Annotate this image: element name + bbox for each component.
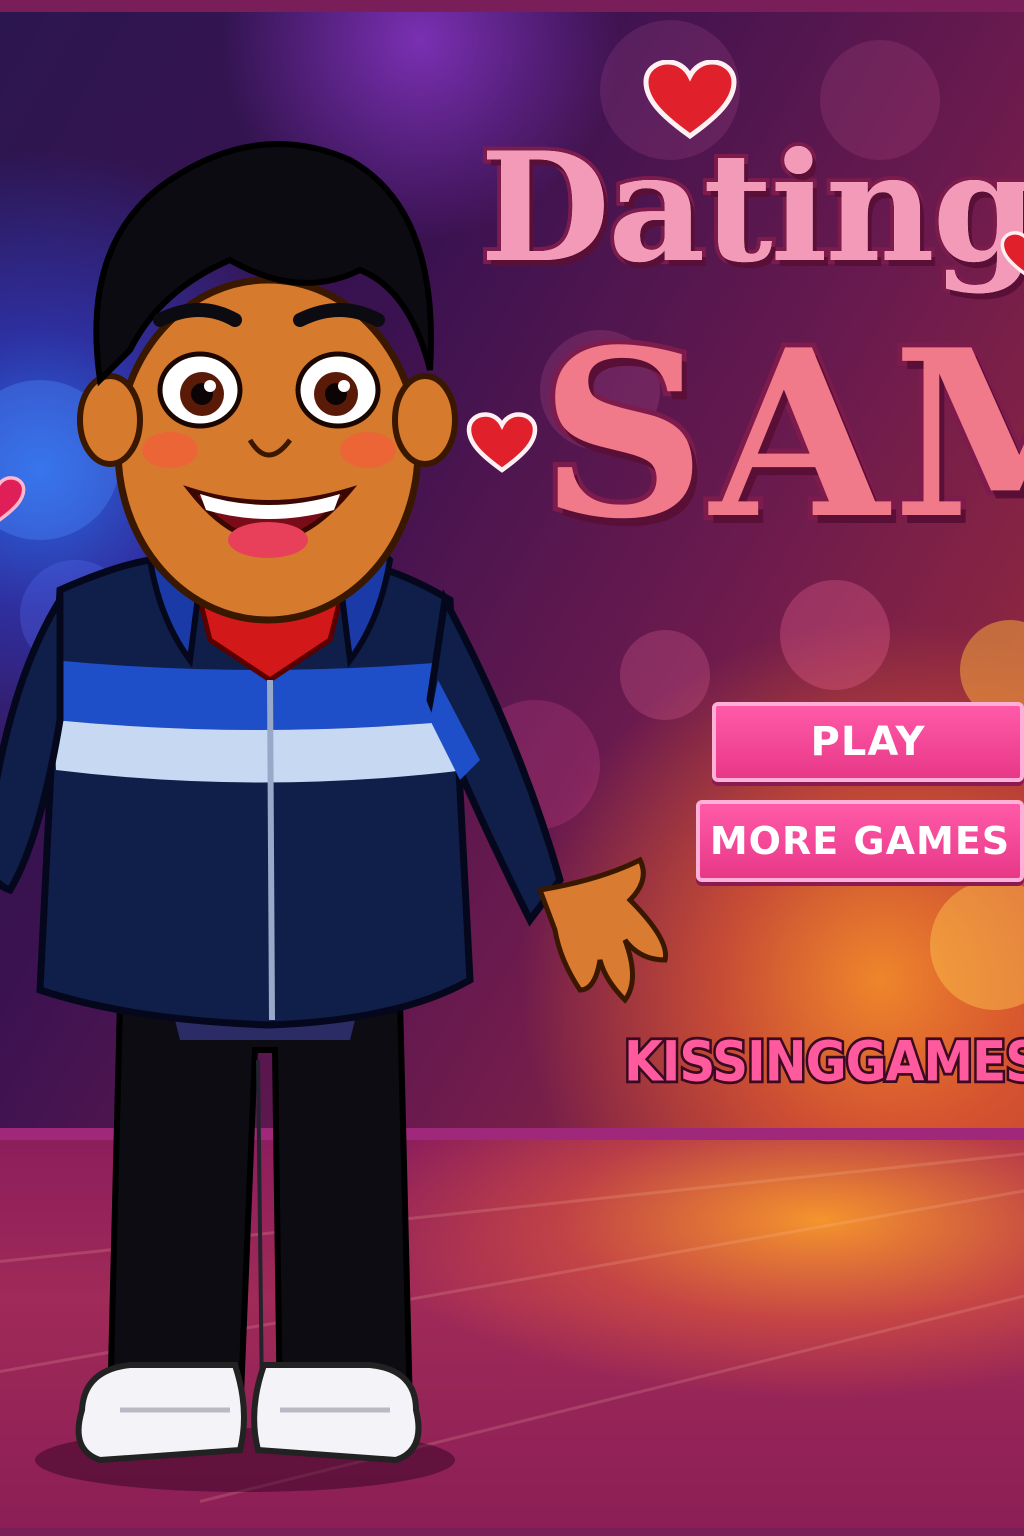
more-games-button[interactable]: MORE GAMES [696, 800, 1024, 882]
sam-character [0, 141, 669, 1492]
title-screen: Dating SAM PLAY MORE GAMES KISSINGGAMES.… [0, 0, 1024, 1536]
bottom-border [0, 1528, 1024, 1536]
top-border [0, 0, 1024, 12]
heart-icon [1000, 231, 1024, 276]
bokeh-light [780, 580, 890, 690]
play-button[interactable]: PLAY [712, 702, 1024, 782]
bokeh-light [930, 880, 1024, 1010]
